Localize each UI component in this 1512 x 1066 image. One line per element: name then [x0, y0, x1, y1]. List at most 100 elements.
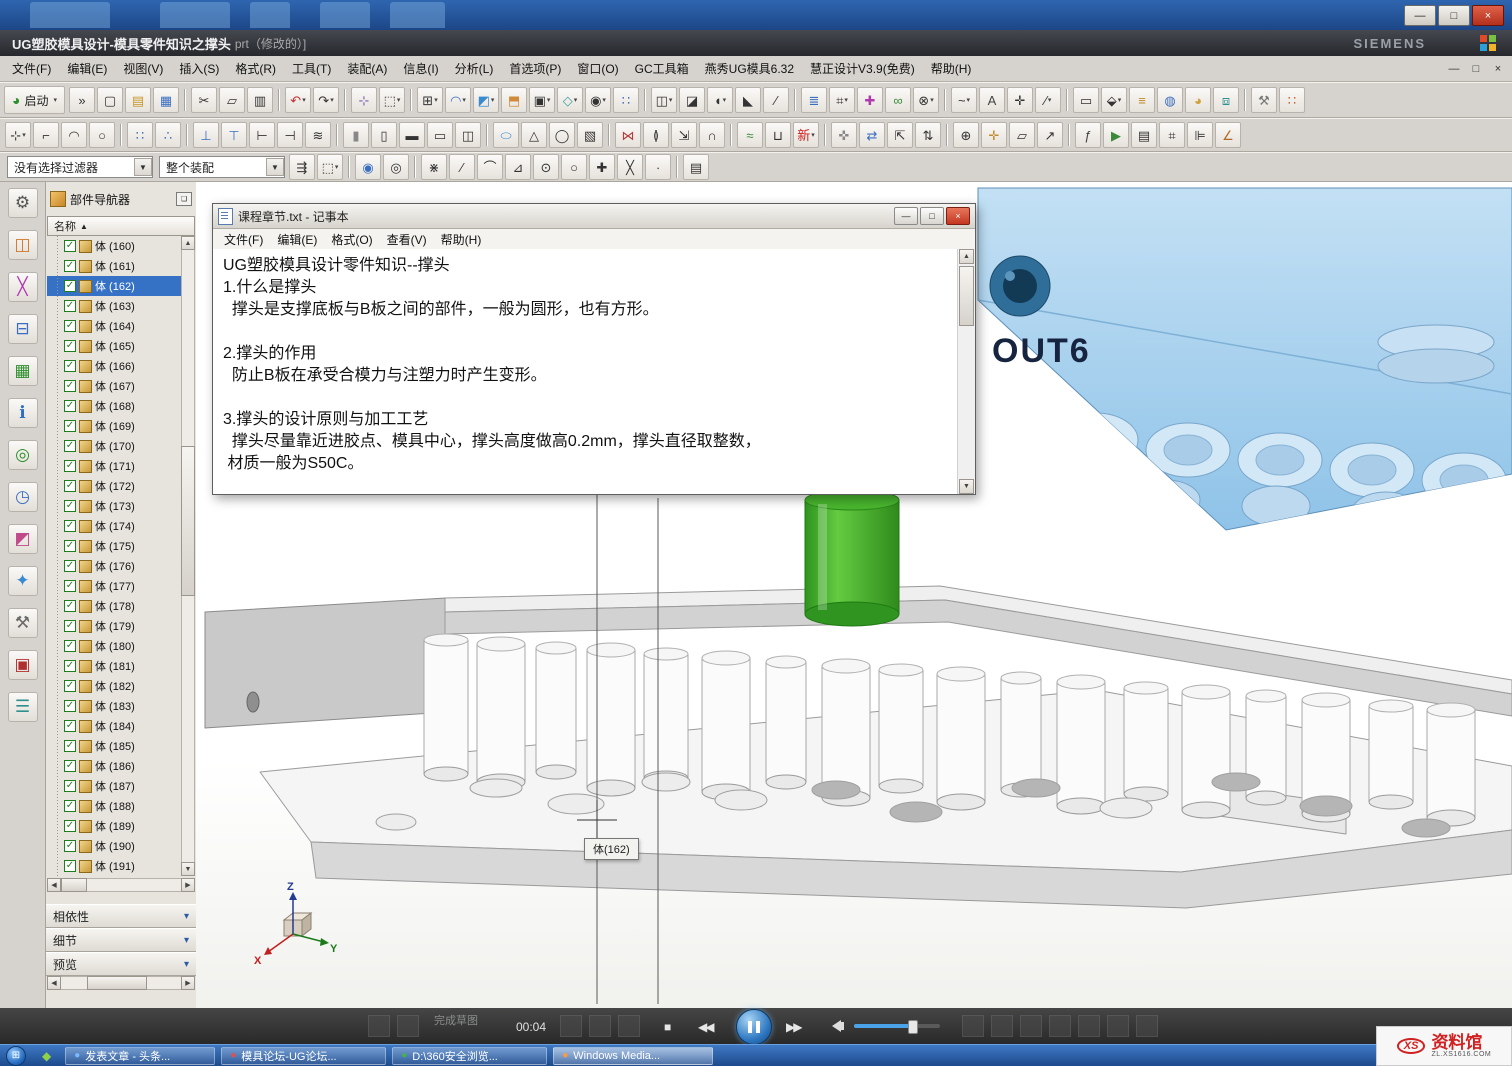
close-button[interactable]: × — [1472, 5, 1504, 26]
navigator-item[interactable]: ✓体 (182) — [47, 676, 181, 696]
menu-item-0[interactable]: 文件(F) — [4, 56, 59, 81]
notepad-window[interactable]: 课程章节.txt - 记事本 — □ × 文件(F)编辑(E)格式(O)查看(V… — [212, 203, 976, 495]
item-checkbox[interactable]: ✓ — [64, 460, 76, 472]
item-checkbox[interactable]: ✓ — [64, 840, 76, 852]
navigator-pin-button[interactable]: ❏ — [176, 192, 192, 206]
navigator-item[interactable]: ✓体 (183) — [47, 696, 181, 716]
item-checkbox[interactable]: ✓ — [64, 700, 76, 712]
reuse-library-icon[interactable]: ▦ — [8, 356, 38, 386]
copy-icon[interactable]: ▱ — [219, 87, 245, 113]
item-checkbox[interactable]: ✓ — [64, 860, 76, 872]
open-file-icon[interactable]: ▤ — [125, 87, 151, 113]
navigator-item[interactable]: ✓体 (165) — [47, 336, 181, 356]
item-checkbox[interactable]: ✓ — [64, 600, 76, 612]
align-bottom-icon[interactable]: ⊥ — [193, 122, 219, 148]
arc-icon[interactable]: ◠ — [61, 122, 87, 148]
move-component-icon[interactable]: ✚ — [857, 87, 883, 113]
cut-icon[interactable]: ✂ — [191, 87, 217, 113]
item-checkbox[interactable]: ✓ — [64, 280, 76, 292]
layers-icon[interactable]: ≡ — [1129, 87, 1155, 113]
offset-icon[interactable]: ≬ — [643, 122, 669, 148]
assembly-list-icon[interactable]: ≣ — [801, 87, 827, 113]
item-checkbox[interactable]: ✓ — [64, 520, 76, 532]
menu-item-1[interactable]: 编辑(E) — [59, 56, 115, 81]
distribute-icon[interactable]: ≋ — [305, 122, 331, 148]
sweep-icon[interactable]: ◠▾ — [445, 87, 471, 113]
navigator-item[interactable]: ✓体 (164) — [47, 316, 181, 336]
start-orb[interactable]: ⊞ — [6, 1046, 26, 1066]
display-mode-icon[interactable]: ⬚▾ — [379, 87, 405, 113]
navigator-item[interactable]: ✓体 (173) — [47, 496, 181, 516]
navigator-item[interactable]: ✓体 (169) — [47, 416, 181, 436]
view-orient-icon[interactable]: ⬙▾ — [1101, 87, 1127, 113]
groove-icon[interactable]: ▭ — [427, 122, 453, 148]
snap-point-icon[interactable]: ∙ — [645, 154, 671, 180]
item-checkbox[interactable]: ✓ — [64, 540, 76, 552]
expression-icon[interactable]: ƒ — [1075, 122, 1101, 148]
navigator-item[interactable]: ✓体 (181) — [47, 656, 181, 676]
taskbar-item-2[interactable]: ●D:\360安全浏览... — [392, 1047, 547, 1065]
notepad-menu-item-0[interactable]: 文件(F) — [217, 229, 270, 250]
sphere-icon[interactable]: ◯ — [549, 122, 575, 148]
navigator-vscrollbar[interactable]: ▲ ▼ — [181, 236, 195, 876]
navigator-item[interactable]: ✓体 (162) — [47, 276, 181, 296]
play-macro-icon[interactable]: ▶ — [1103, 122, 1129, 148]
section-相依性[interactable]: 相依性▾ — [46, 904, 196, 928]
stop-button[interactable]: ■ — [664, 1020, 671, 1034]
project-icon[interactable]: ⇲ — [671, 122, 697, 148]
app-grid-icon[interactable] — [1480, 35, 1496, 51]
quick-launch-icon[interactable]: ◆ — [42, 1049, 51, 1063]
item-checkbox[interactable]: ✓ — [64, 620, 76, 632]
maximize-button[interactable]: □ — [1438, 5, 1470, 26]
measure-icon[interactable]: ⊹ — [351, 87, 377, 113]
pause-button[interactable] — [736, 1009, 772, 1045]
taskbar-item-3[interactable]: ●Windows Media... — [553, 1047, 713, 1065]
navigator-item[interactable]: ✓体 (161) — [47, 256, 181, 276]
pocket-icon[interactable]: ▯ — [371, 122, 397, 148]
overflow-icon[interactable]: » — [69, 87, 95, 113]
item-checkbox[interactable]: ✓ — [64, 800, 76, 812]
item-checkbox[interactable]: ✓ — [64, 260, 76, 272]
item-checkbox[interactable]: ✓ — [64, 360, 76, 372]
item-checkbox[interactable]: ✓ — [64, 240, 76, 252]
spline-icon[interactable]: ~▾ — [951, 87, 977, 113]
transform-icon[interactable]: ⇅ — [915, 122, 941, 148]
cone-icon[interactable]: △ — [521, 122, 547, 148]
unite-icon[interactable]: ◫▾ — [651, 87, 677, 113]
panel-hscrollbar[interactable]: ◀ ▶ — [47, 976, 195, 990]
sew-icon[interactable]: ≈ — [737, 122, 763, 148]
item-checkbox[interactable]: ✓ — [64, 580, 76, 592]
hd3d-tools-icon[interactable]: ℹ — [8, 398, 38, 428]
journal-icon[interactable]: ▤ — [1131, 122, 1157, 148]
navigator-item[interactable]: ✓体 (185) — [47, 736, 181, 756]
snap-arc-icon[interactable]: ⌒ — [477, 154, 503, 180]
shaded-render-icon[interactable]: ◍ — [1157, 87, 1183, 113]
details-list-icon[interactable]: ☰ — [8, 692, 38, 722]
assembly-navigator-icon[interactable]: ◫ — [8, 230, 38, 260]
menu-item-11[interactable]: GC工具箱 — [627, 56, 697, 81]
datum-plane-icon[interactable]: ◇▾ — [557, 87, 583, 113]
item-checkbox[interactable]: ✓ — [64, 320, 76, 332]
mirror-icon[interactable]: ⋈ — [615, 122, 641, 148]
boss-icon[interactable]: ⬒ — [501, 87, 527, 113]
draft-icon[interactable]: ∕ — [763, 87, 789, 113]
mdi-minimize-button[interactable]: — — [1446, 63, 1462, 75]
selection-box-icon[interactable]: ⬚▾ — [317, 154, 343, 180]
navigator-item[interactable]: ✓体 (188) — [47, 796, 181, 816]
slot-icon[interactable]: ▬ — [399, 122, 425, 148]
snap-plus-icon[interactable]: ✚ — [589, 154, 615, 180]
snap-center-icon[interactable]: ⊙ — [533, 154, 559, 180]
navigator-item[interactable]: ✓体 (176) — [47, 556, 181, 576]
item-checkbox[interactable]: ✓ — [64, 680, 76, 692]
history-icon[interactable]: ◷ — [8, 482, 38, 512]
item-checkbox[interactable]: ✓ — [64, 640, 76, 652]
process-studio-icon[interactable]: ✦ — [8, 566, 38, 596]
deviation-icon[interactable]: ✜ — [831, 122, 857, 148]
item-checkbox[interactable]: ✓ — [64, 380, 76, 392]
navigator-item[interactable]: ✓体 (167) — [47, 376, 181, 396]
grid-a-icon[interactable]: ∷ — [127, 122, 153, 148]
menu-item-13[interactable]: 慧正设计V3.9(免费) — [802, 56, 923, 81]
wave-link-icon[interactable]: ∞ — [885, 87, 911, 113]
menu-item-12[interactable]: 燕秀UG模具6.32 — [697, 56, 802, 81]
blend-icon[interactable]: ◖▾ — [707, 87, 733, 113]
